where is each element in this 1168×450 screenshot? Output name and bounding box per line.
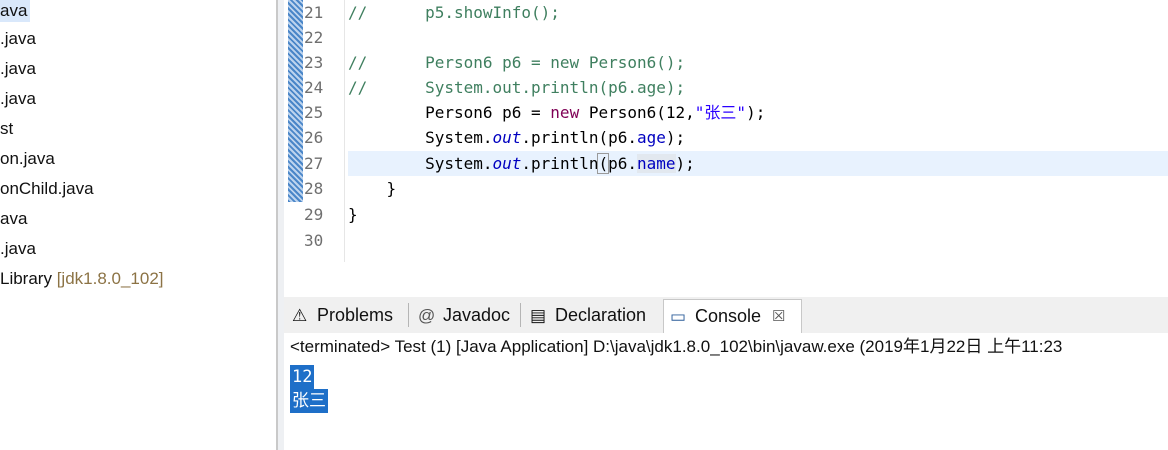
code-text: Person6(12, [579,103,695,122]
code-text: } [348,179,397,198]
line-number: 28 [304,179,324,198]
code-line-current[interactable]: System.out.println(p6.name); [348,151,1168,176]
code-comment-marker: // [348,78,368,97]
tab-problems[interactable]: ⚠ Problems [286,299,393,332]
explorer-item-label: .java [0,59,36,78]
explorer-item-label: ava [0,209,28,228]
code-line[interactable]: } [348,176,397,201]
code-text: ); [746,103,766,122]
explorer-item-label: .java [0,89,36,108]
code-text: .println [521,154,599,173]
code-field: age [637,128,666,147]
explorer-item-label: Library [0,269,52,288]
explorer-item-label: st [0,119,14,138]
code-text: ); [675,154,695,173]
explorer-item[interactable]: .java [0,238,36,260]
tab-separator [520,303,521,327]
matching-bracket: ( [597,153,610,174]
explorer-item[interactable]: st [0,118,13,140]
code-line[interactable]: // System.out.println(p6.age); [348,75,685,100]
line-number: 21 [304,3,324,22]
code-comment-text: System.out.println(p6.age); [367,78,686,97]
explorer-item[interactable]: .java [0,88,36,110]
tab-label: Console [695,306,762,326]
code-field-occurrence: name [637,154,676,173]
code-text: System. [425,128,493,147]
console-output-line: 12 [290,365,315,389]
declaration-icon: ▤ [530,306,547,325]
line-number: 29 [304,205,324,224]
tab-label: Declaration [555,305,647,325]
problems-icon: ⚠ [292,306,308,325]
explorer-item-label: ava [0,1,28,20]
code-text: System. [425,154,493,173]
line-number: 26 [304,128,324,147]
code-line[interactable]: System.out.println(p6.age); [348,125,685,150]
code-static-field: out [492,154,522,173]
explorer-item[interactable]: on.java [0,148,55,170]
tab-javadoc[interactable]: @ Javadoc [412,299,510,332]
code-text: p6. [608,154,638,173]
tab-label: Problems [317,305,394,325]
console-process-label: <terminated> Test (1) [Java Application]… [284,333,1168,362]
code-type: Person6 [425,103,493,122]
code-keyword: new [550,103,580,122]
tab-declaration[interactable]: ▤ Declaration [524,299,646,332]
tab-separator [408,303,409,327]
line-number: 24 [304,78,324,97]
explorer-item-label: .java [0,239,36,258]
view-tab-bar: ⚠ Problems @ Javadoc ▤ Declaration ▭ Console… [284,297,1168,334]
code-line[interactable]: // p5.showInfo(); [348,0,560,25]
explorer-item[interactable]: .java [0,28,36,50]
code-string: "张三" [694,103,747,122]
explorer-item[interactable]: onChild.java [0,178,94,200]
code-line[interactable]: } [348,202,358,227]
tab-label: Javadoc [443,305,511,325]
overview-ruler [284,0,304,262]
explorer-item-label: onChild.java [0,179,94,198]
explorer-item[interactable]: ava [0,208,27,230]
javadoc-icon: @ [418,306,436,325]
tab-console[interactable]: ▭ Console ☒ [663,299,802,333]
console-output-line: 张三 [290,389,328,413]
scroll-left-icon[interactable]: < [350,261,360,262]
package-explorer: ava .java .java .java st on.java onChild… [0,0,276,450]
code-line[interactable]: // Person6 p6 = new Person6(); [348,50,685,75]
line-number: 22 [304,28,324,47]
code-text: } [348,205,358,224]
explorer-item[interactable]: .java [0,58,36,80]
console-icon: ▭ [670,307,687,326]
close-icon[interactable]: ☒ [772,300,785,333]
line-number: 30 [304,231,324,250]
code-static-field: out [492,128,522,147]
console-output[interactable]: 12 张三 [284,361,1168,450]
code-comment-marker: // [348,3,368,22]
code-editor[interactable]: 21 22 23 24 25 26 27 28 29 30 // p5.show… [284,0,1168,262]
explorer-item[interactable]: ava [0,0,30,22]
code-comment-marker: // [348,53,368,72]
quick-diff-change-bar [288,0,303,202]
code-comment-text: p5.showInfo(); [367,3,560,22]
code-text: p6 = [492,103,551,122]
code-text: .println(p6. [521,128,637,147]
explorer-item-decoration: [jdk1.8.0_102] [56,269,164,288]
explorer-item-jre-library[interactable]: Library [jdk1.8.0_102] [0,268,164,290]
line-number: 27 [304,154,324,173]
code-line[interactable]: Person6 p6 = new Person6(12,"张三"); [348,100,765,125]
code-comment-text: Person6 p6 = new Person6(); [367,53,686,72]
line-number: 23 [304,53,324,72]
code-text: ); [665,128,686,147]
explorer-item-label: .java [0,29,36,48]
line-number: 25 [304,103,324,122]
explorer-item-label: on.java [0,149,55,168]
